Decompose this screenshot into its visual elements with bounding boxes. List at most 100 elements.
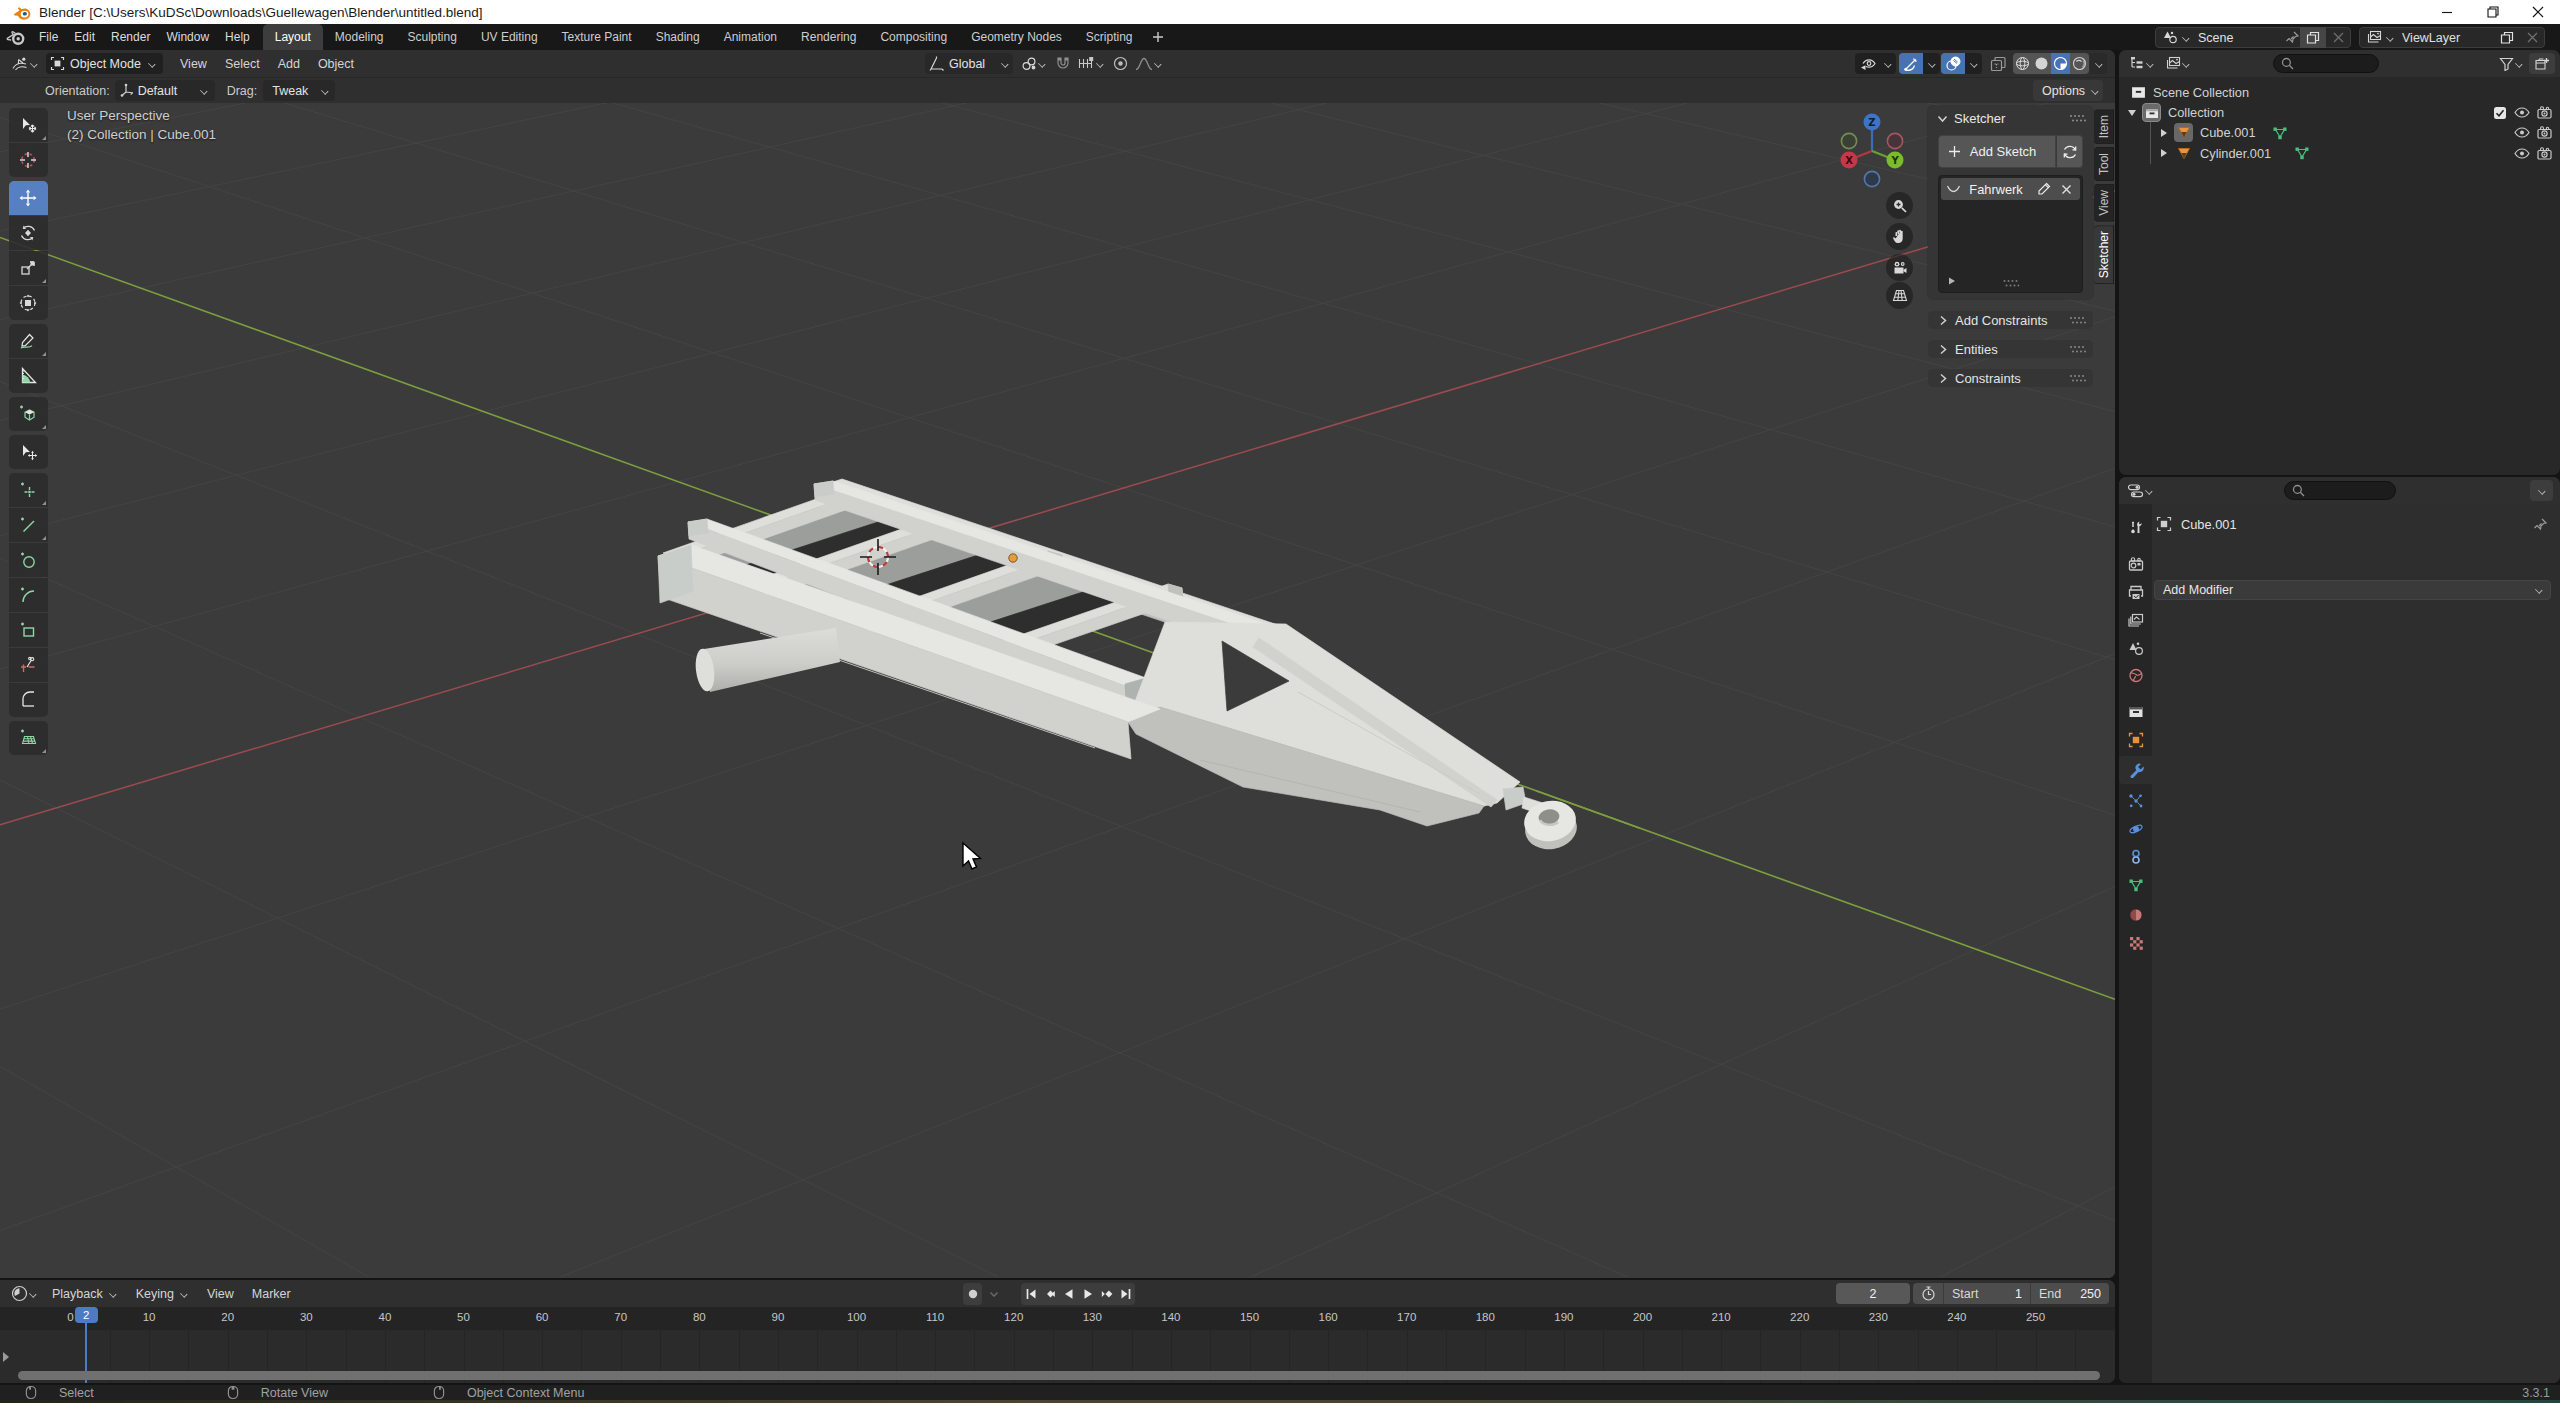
timeline-editor-type-button[interactable] [7, 1283, 41, 1304]
close-button[interactable] [2515, 0, 2560, 24]
maximize-button[interactable] [2470, 0, 2515, 24]
shading-rendered-icon[interactable] [2070, 53, 2089, 74]
scene-copy-button[interactable] [2300, 27, 2326, 48]
timeline-menu-keying[interactable]: Keying [127, 1281, 198, 1306]
add-sketch-button[interactable]: Add Sketch [1938, 135, 2056, 168]
properties-tab-object-data[interactable] [2119, 872, 2152, 900]
viewlayer-copy-button[interactable] [2494, 31, 2520, 45]
properties-tab-particles[interactable] [2119, 787, 2152, 815]
new-collection-button[interactable] [2529, 53, 2555, 74]
use-preview-range-icon[interactable] [1913, 1283, 1943, 1304]
list-expand-icon[interactable] [1947, 276, 1957, 286]
scale-tool-button[interactable] [9, 251, 48, 285]
properties-tab-scene[interactable] [2119, 635, 2152, 663]
viewport-menu-object[interactable]: Object [309, 51, 363, 76]
list-resize-dots[interactable] [2002, 279, 2019, 288]
panel-drag-dots[interactable] [2069, 316, 2086, 325]
workspace-tab-sculpting[interactable]: Sculpting [396, 24, 469, 50]
scene-name[interactable]: Scene [2190, 31, 2241, 45]
measure-tool-button[interactable] [9, 359, 48, 393]
orientation-dropdown[interactable]: Default [115, 80, 215, 101]
viewport-canvas[interactable]: User Perspective (2) Collection | Cube.0… [0, 103, 2115, 1278]
play-reverse-button[interactable] [1059, 1283, 1078, 1305]
transform-tool-button[interactable] [9, 286, 48, 320]
properties-tab-modifiers[interactable] [2119, 756, 2152, 784]
blender-menu-icon[interactable] [6, 29, 27, 45]
workspace-tab-modeling[interactable]: Modeling [323, 24, 396, 50]
outliner-row-collection[interactable]: Collection [2119, 102, 2560, 122]
pivot-point-dropdown[interactable] [1017, 53, 1050, 74]
trim-tool-button[interactable] [9, 648, 48, 682]
exclude-checkbox[interactable] [2493, 106, 2507, 120]
timeline-menu-view[interactable]: View [198, 1281, 243, 1306]
hide-viewport-icon[interactable] [2514, 127, 2530, 138]
disclosure-expanded-icon[interactable] [2127, 108, 2137, 117]
show-gizmo-icon[interactable] [1855, 53, 1879, 74]
next-keyframe-button[interactable] [1097, 1283, 1116, 1305]
tweak-tool-button[interactable] [9, 108, 48, 142]
properties-tab-constraints[interactable] [2119, 843, 2152, 871]
sketcher-panel-header[interactable]: Sketcher [1928, 106, 2093, 130]
viewlayer-chevron-icon[interactable] [2385, 34, 2394, 41]
viewport-menu-add[interactable]: Add [269, 51, 309, 76]
workspace-tab-layout[interactable]: Layout [263, 24, 323, 50]
overlays-chevron[interactable] [1965, 53, 1982, 74]
shading-solid-icon[interactable] [2032, 53, 2051, 74]
annotate-tool-button[interactable] [9, 324, 48, 358]
current-frame-field[interactable]: 2 [1836, 1283, 1910, 1304]
add-rectangle-tool-button[interactable] [9, 613, 48, 647]
sketcher-select-tool-button[interactable] [9, 435, 48, 469]
workspace-tab-texture-paint[interactable]: Texture Paint [550, 24, 644, 50]
timeline-menu-playback[interactable]: Playback [43, 1281, 127, 1306]
collapsed-panel-constraints[interactable]: Constraints [1928, 369, 2093, 387]
workspace-tab-geometry-nodes[interactable]: Geometry Nodes [959, 24, 1074, 50]
viewlayer-remove-button[interactable] [2520, 32, 2544, 43]
sketch-list-item[interactable]: Fahrwerk [1941, 178, 2080, 200]
prev-keyframe-button[interactable] [1040, 1283, 1059, 1305]
delete-sketch-icon[interactable] [2061, 184, 2072, 195]
topbar-menu-render[interactable]: Render [103, 24, 158, 50]
workspace-tab-animation[interactable]: Animation [712, 24, 789, 50]
properties-tab-view-layer[interactable] [2119, 607, 2152, 635]
proportional-editing-icon[interactable] [1110, 53, 1130, 74]
perspective-toggle-button[interactable] [1886, 282, 1913, 309]
outliner-row-cylinder[interactable]: Cylinder.001 [2119, 143, 2560, 163]
properties-tab-world[interactable] [2119, 662, 2152, 690]
sidebar-tab-view[interactable]: View [2094, 184, 2114, 222]
timeline-menu-marker[interactable]: Marker [243, 1281, 300, 1306]
outliner-filter-button[interactable] [2495, 53, 2527, 74]
scene-chevron-icon[interactable] [2181, 34, 2190, 41]
add-modifier-dropdown[interactable]: Add Modifier [2154, 580, 2551, 600]
properties-pin-icon[interactable] [2533, 517, 2548, 532]
scene-pin-icon[interactable] [2285, 30, 2300, 45]
hide-viewport-icon[interactable] [2514, 107, 2530, 118]
add-circle-tool-button[interactable] [9, 543, 48, 577]
refresh-sketches-button[interactable] [2056, 135, 2083, 168]
scene-icon[interactable] [2156, 30, 2181, 45]
properties-tab-object[interactable] [2119, 726, 2152, 754]
editor-type-button[interactable] [7, 53, 42, 74]
navigation-gizmo[interactable]: Z X Y [1810, 103, 1930, 323]
record-button[interactable] [963, 1283, 982, 1305]
collapsed-panel-entities[interactable]: Entities [1928, 340, 2093, 358]
disable-render-icon[interactable] [2537, 147, 2552, 160]
add-line-tool-button[interactable] [9, 508, 48, 542]
add-cube-tool-button[interactable] [9, 397, 48, 431]
topbar-menu-window[interactable]: Window [158, 24, 217, 50]
workspace-tab-rendering[interactable]: Rendering [789, 24, 868, 50]
timeline-scrollbar[interactable] [18, 1371, 2100, 1380]
disable-render-icon[interactable] [2537, 126, 2552, 139]
properties-tab-output[interactable] [2119, 579, 2152, 607]
gizmos-chevron[interactable] [1923, 53, 1940, 74]
properties-tab-collection-props[interactable] [2119, 698, 2152, 726]
viewport-menu-select[interactable]: Select [216, 51, 269, 76]
workspace-tab-uv-editing[interactable]: UV Editing [469, 24, 550, 50]
fillet-tool-button[interactable] [9, 683, 48, 717]
add-arc-tool-button[interactable] [9, 578, 48, 612]
pan-button[interactable] [1886, 223, 1913, 250]
edit-sketch-icon[interactable] [2037, 182, 2051, 196]
move-tool-button[interactable] [9, 181, 48, 215]
proportional-falloff-dropdown[interactable] [1131, 53, 1166, 74]
breadcrumb-object-name[interactable]: Cube.001 [2181, 517, 2237, 532]
workspace-tab-scripting[interactable]: Scripting [1074, 24, 1145, 50]
